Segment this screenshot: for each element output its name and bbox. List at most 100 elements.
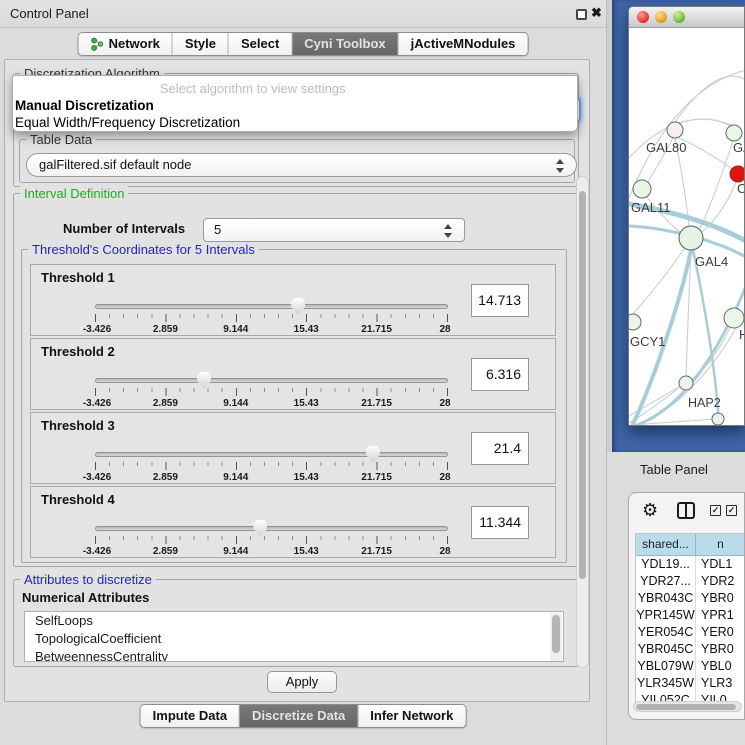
app-root: Control Panel ✖ Network Style Select Cyn…: [0, 0, 745, 745]
tab-jactivemnodules[interactable]: jActiveMNodules: [399, 33, 528, 55]
bottom-tab-bar: Impute Data Discretize Data Infer Networ…: [140, 704, 467, 728]
node-h[interactable]: [724, 308, 744, 328]
dropdown-placeholder: Select algorithm to view settings: [13, 81, 492, 96]
thresholds-group: Threshold's Coordinates for 5 Intervals …: [21, 249, 567, 563]
attributes-group: Attributes to discretize Numerical Attri…: [13, 579, 579, 667]
numerical-attributes-label: Numerical Attributes: [22, 590, 149, 605]
slider-track[interactable]: [95, 304, 448, 309]
network-view-frame: GAL80 GA GAL11 C GAL4 GCY1 H HAP2: [612, 0, 745, 452]
threshold-2-box: Threshold 2 -3.4262.8599.14415.4321.7152…: [30, 338, 556, 410]
table-data-group-title: Table Data: [26, 132, 96, 147]
threshold-2-slider-thumb[interactable]: [197, 372, 211, 389]
table-row[interactable]: YBR043CYBR0: [636, 590, 745, 607]
table-panel: Table Panel ⚙ ✓ ✓ shared... n YDL19...YD…: [607, 452, 745, 745]
apply-button[interactable]: Apply: [267, 671, 337, 693]
float-window-icon[interactable]: [576, 9, 587, 20]
content-vertical-scrollbar[interactable]: [576, 176, 589, 668]
scrollbar-thumb[interactable]: [636, 704, 736, 710]
tab-cyni-toolbox[interactable]: Cyni Toolbox: [292, 33, 398, 55]
threshold-1-slider[interactable]: -3.4262.8599.14415.4321.71528: [95, 301, 448, 337]
control-panel: Control Panel ✖ Network Style Select Cyn…: [0, 0, 607, 745]
attributes-group-title: Attributes to discretize: [20, 572, 156, 587]
table-row[interactable]: YBL079WYBL0: [636, 658, 745, 675]
tab-network[interactable]: Network: [79, 33, 173, 55]
threshold-2-slider[interactable]: -3.4262.8599.14415.4321.71528: [95, 375, 448, 411]
table-row[interactable]: YPR145WYPR1: [636, 607, 745, 624]
slider-track[interactable]: [95, 452, 448, 457]
slider-track[interactable]: [95, 378, 448, 383]
minimize-traffic-light[interactable]: [655, 11, 667, 23]
table-row[interactable]: YDL19...YDL1: [636, 556, 745, 573]
checkbox-icon[interactable]: ✓: [726, 505, 737, 516]
threshold-3-slider[interactable]: -3.4262.8599.14415.4321.71528: [95, 449, 448, 485]
zoom-traffic-light[interactable]: [673, 11, 685, 23]
threshold-4-slider[interactable]: -3.4262.8599.14415.4321.71528: [95, 523, 448, 559]
threshold-4-slider-thumb[interactable]: [253, 520, 267, 537]
list-scrollbar[interactable]: [550, 613, 562, 662]
table-row[interactable]: YER054CYER0: [636, 624, 745, 641]
option-manual-discretization[interactable]: Manual Discretization: [15, 98, 154, 113]
threshold-3-slider-thumb[interactable]: [366, 446, 380, 463]
node-gal4[interactable]: [679, 226, 703, 250]
slider-track[interactable]: [95, 526, 448, 531]
list-item[interactable]: SelfLoops: [25, 612, 563, 630]
table-row[interactable]: YLR345WYLR3: [636, 675, 745, 692]
threshold-2-value-field[interactable]: 6.316: [471, 358, 529, 391]
interval-group-title: Interval Definition: [20, 186, 128, 201]
intervals-value: 5: [214, 222, 221, 237]
network-window[interactable]: GAL80 GA GAL11 C GAL4 GCY1 H HAP2: [628, 6, 745, 426]
network-icon: [91, 37, 104, 51]
threshold-1-box: Threshold 1 -3.4262.8599.14415.4321.7152…: [30, 264, 556, 336]
list-item[interactable]: TopologicalCoefficient: [25, 630, 563, 648]
gear-icon[interactable]: ⚙: [642, 499, 658, 521]
node-gal80[interactable]: [667, 122, 683, 138]
table-row[interactable]: YDR27...YDR2: [636, 573, 745, 590]
algorithm-dropdown-popup: Select algorithm to view settings Manual…: [12, 75, 578, 132]
column-header-shared-name[interactable]: shared...: [636, 534, 696, 555]
slider-scale: -3.4262.8599.14415.4321.71528: [95, 472, 448, 484]
node-bottom[interactable]: [712, 413, 724, 425]
tab-infer-network[interactable]: Infer Network: [358, 705, 465, 727]
node-table: shared... n YDL19...YDL1 YDR27...YDR2 YB…: [635, 533, 745, 711]
number-of-intervals-label: Number of Intervals: [63, 221, 185, 236]
spinner-updown-arrows-icon: [443, 223, 452, 239]
column-header-name[interactable]: n: [696, 534, 745, 555]
node-label: GA: [733, 140, 745, 155]
network-window-titlebar: [629, 7, 744, 28]
close-icon[interactable]: ✖: [591, 5, 602, 21]
node-label: H: [739, 327, 745, 342]
scrollbar-thumb[interactable]: [579, 191, 586, 579]
table-data-combobox[interactable]: galFiltered.sif default node: [26, 153, 577, 177]
tab-style[interactable]: Style: [173, 33, 229, 55]
split-columns-icon[interactable]: [677, 502, 695, 519]
node-upper-right[interactable]: [726, 125, 742, 141]
list-item[interactable]: BetweennessCentrality: [25, 648, 563, 662]
option-equal-width-frequency[interactable]: Equal Width/Frequency Discretization: [15, 115, 240, 130]
tab-impute-data[interactable]: Impute Data: [141, 705, 240, 727]
close-traffic-light[interactable]: [637, 11, 649, 23]
panel-title: Control Panel: [10, 6, 89, 21]
node-gcy1[interactable]: [629, 314, 641, 330]
threshold-1-value-field[interactable]: 14.713: [471, 284, 529, 317]
node-label: C: [737, 181, 745, 196]
combo-updown-arrows-icon: [555, 158, 564, 174]
slider-scale: -3.4262.8599.14415.4321.71528: [95, 324, 448, 336]
node-hap2[interactable]: [679, 376, 693, 390]
tab-discretize-data[interactable]: Discretize Data: [240, 705, 358, 727]
number-of-intervals-spinner[interactable]: 5: [203, 218, 465, 242]
table-horizontal-scrollbar[interactable]: [633, 701, 742, 712]
slider-scale: -3.4262.8599.14415.4321.71528: [95, 398, 448, 410]
node-gal11[interactable]: [633, 180, 651, 198]
node-red[interactable]: [730, 166, 745, 182]
threshold-4-value-field[interactable]: 11.344: [471, 506, 529, 539]
threshold-3-value-field[interactable]: 21.4: [471, 432, 529, 465]
checkbox-icon[interactable]: ✓: [710, 505, 721, 516]
threshold-1-slider-thumb[interactable]: [291, 298, 305, 315]
node-label: GAL80: [646, 140, 686, 155]
table-panel-title: Table Panel: [640, 462, 708, 477]
table-panel-card: ⚙ ✓ ✓ shared... n YDL19...YDL1 YDR27...Y…: [628, 492, 745, 720]
table-row[interactable]: YBR045CYBR0: [636, 641, 745, 658]
control-panel-titlebar: Control Panel ✖: [0, 0, 606, 28]
tab-select[interactable]: Select: [229, 33, 292, 55]
cyni-toolbox-content: Discretization Algorithm Table Data galF…: [4, 59, 590, 702]
